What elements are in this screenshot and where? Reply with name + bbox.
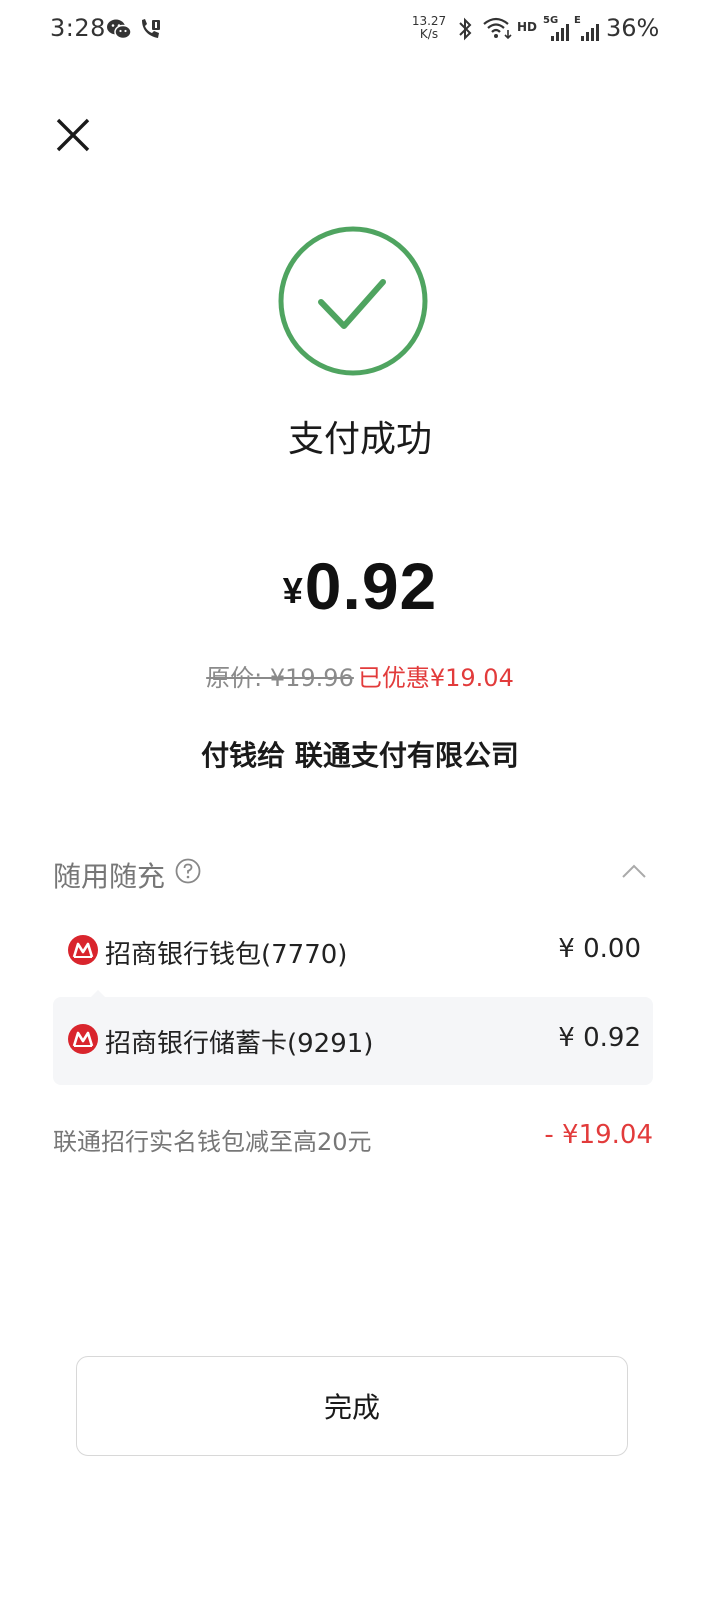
promo-amount: - ¥19.04 xyxy=(544,1120,653,1150)
wechat-icon xyxy=(107,19,132,40)
currency-symbol: ¥ xyxy=(282,570,303,611)
payment-success-page: 3:28 13.27 K/s HD 5G E 36% 支付成功 ¥0.92 原价… xyxy=(0,0,720,1600)
help-icon[interactable] xyxy=(175,858,201,884)
battery-level: 36% xyxy=(606,14,660,42)
done-button[interactable]: 完成 xyxy=(76,1356,628,1456)
signal-sim1-icon xyxy=(551,24,569,41)
payment-row-wallet: 招商银行钱包(7770) ¥ 0.00 xyxy=(53,908,653,996)
price-line: 原价: ¥19.96 已优惠¥19.04 xyxy=(0,658,720,693)
section-title: 随用随充 xyxy=(53,860,166,893)
paid-amount: ¥0.92 xyxy=(0,548,720,624)
status-bar: 3:28 13.27 K/s HD 5G E 36% xyxy=(0,0,720,60)
cmb-bank-logo-icon xyxy=(68,935,98,965)
chevron-up-icon[interactable] xyxy=(620,860,648,882)
hd-badge: HD xyxy=(517,20,538,34)
payment-row-debit-card: 招商银行储蓄卡(9291) ¥ 0.92 xyxy=(53,997,653,1085)
payee: 付钱给 联通支付有限公司 xyxy=(201,739,519,772)
success-check-icon xyxy=(278,226,428,376)
payment-row-label: 招商银行储蓄卡(9291) xyxy=(105,1029,374,1059)
cmb-bank-logo-icon xyxy=(68,1024,98,1054)
signal-sim2-icon xyxy=(581,24,599,41)
payment-row-label: 招商银行钱包(7770) xyxy=(105,940,348,970)
status-time: 3:28 xyxy=(50,14,106,42)
payment-row-amount: ¥ 0.00 xyxy=(558,934,641,964)
close-icon[interactable] xyxy=(50,112,96,158)
bluetooth-icon xyxy=(459,17,472,41)
discount-amount: 已优惠¥19.04 xyxy=(357,664,514,692)
call-forward-icon xyxy=(142,19,160,38)
amount-value: 0.92 xyxy=(304,549,438,623)
payment-row-amount: ¥ 0.92 xyxy=(558,1023,641,1053)
network-speed: 13.27 K/s xyxy=(410,15,448,41)
success-title: 支付成功 xyxy=(287,419,432,460)
promo-label: 联通招行实名钱包减至高20元 xyxy=(53,1128,372,1156)
original-price: 原价: ¥19.96 xyxy=(206,664,354,692)
wifi-icon xyxy=(483,17,512,40)
network-speed-unit: K/s xyxy=(419,27,439,41)
